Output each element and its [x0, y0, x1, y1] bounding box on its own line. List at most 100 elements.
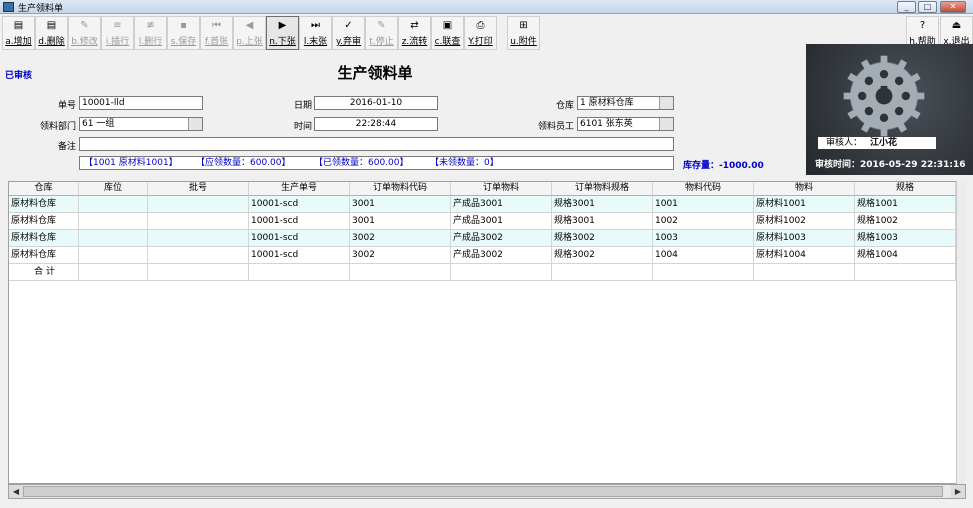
table-cell[interactable]: 规格1001	[855, 196, 956, 213]
table-cell[interactable]: 规格1002	[855, 213, 956, 230]
column-header[interactable]: 订单物料	[451, 182, 552, 196]
warehouse-select[interactable]: 1 原材料仓库	[577, 96, 674, 110]
table-cell[interactable]: 原材料仓库	[9, 213, 79, 230]
approval-time: 审核时间：2016-05-29 22:31:16	[815, 160, 966, 170]
toolbar-button-10[interactable]: ✓ y.弃审	[332, 16, 365, 50]
toolbar-button-11[interactable]: ✎ t.停止	[365, 16, 398, 50]
table-cell[interactable]: 原材料1001	[754, 196, 855, 213]
scroll-thumb[interactable]	[23, 486, 943, 497]
staff-dropdown-button[interactable]	[659, 118, 673, 130]
table-cell[interactable]	[148, 247, 249, 264]
column-header[interactable]: 库位	[79, 182, 148, 196]
table-cell[interactable]: 规格3001	[552, 196, 653, 213]
toolbar-button-14[interactable]: ⎙ Y.打印	[464, 16, 497, 50]
warehouse-dropdown-button[interactable]	[659, 97, 673, 109]
toolbar-button-5[interactable]: ▪ s.保存	[167, 16, 200, 50]
table-cell[interactable]: 10001-scd	[249, 196, 350, 213]
date-field[interactable]: 2016-01-10	[314, 96, 438, 110]
column-header[interactable]: 订单物料代码	[350, 182, 451, 196]
toolbar-button-2[interactable]: ✎ b.修改	[68, 16, 101, 50]
doc-no-field[interactable]: 10001-lld	[79, 96, 203, 110]
toolbar-button-1[interactable]: ▤ d.删除	[35, 16, 68, 50]
table-cell[interactable]: 1001	[653, 196, 754, 213]
table-cell[interactable]: 3001	[350, 196, 451, 213]
toolbar-button-0[interactable]: ▤ a.增加	[2, 16, 35, 50]
detail-grid[interactable]: 仓库库位批号生产单号订单物料代码订单物料订单物料规格物料代码物料规格计原材料仓库…	[8, 181, 966, 484]
table-row[interactable]: 原材料仓库 10001-scd 3002 产成品3002 规格3002 1003 原材料10…	[9, 230, 965, 247]
table-cell[interactable]	[148, 230, 249, 247]
total-cell	[350, 264, 451, 281]
table-row[interactable]: 原材料仓库 10001-scd 3001 产成品3001 规格3001 1002 原材料10…	[9, 213, 965, 230]
table-cell[interactable]	[79, 247, 148, 264]
table-cell[interactable]: 3002	[350, 230, 451, 247]
table-cell[interactable]: 规格3002	[552, 247, 653, 264]
remark-field[interactable]	[79, 137, 674, 151]
table-cell[interactable]: 10001-scd	[249, 247, 350, 264]
toolbar-button-6[interactable]: ⏮ f.首张	[200, 16, 233, 50]
table-cell[interactable]: 原材料1004	[754, 247, 855, 264]
dept-select[interactable]: 61 一组	[79, 117, 203, 131]
toolbar-button-label: l.删行	[138, 37, 163, 47]
grid-horizontal-scrollbar[interactable]: ◀ ▶	[8, 484, 966, 499]
column-header[interactable]: 生产单号	[249, 182, 350, 196]
column-header[interactable]: 物料代码	[653, 182, 754, 196]
close-button[interactable]: ✕	[940, 1, 966, 13]
table-cell[interactable]: 规格3001	[552, 213, 653, 230]
column-header[interactable]: 订单物料规格	[552, 182, 653, 196]
toolbar-button-13[interactable]: ▣ c.联查	[431, 16, 464, 50]
toolbar-button-8[interactable]: ▶ n.下张	[266, 16, 299, 50]
time-field[interactable]: 22:28:44	[314, 117, 438, 131]
column-header[interactable]: 规格	[855, 182, 956, 196]
table-cell[interactable]: 3002	[350, 247, 451, 264]
table-cell[interactable]	[79, 213, 148, 230]
table-cell[interactable]: 产成品3002	[451, 247, 552, 264]
table-cell[interactable]	[79, 230, 148, 247]
table-cell[interactable]: 产成品3001	[451, 196, 552, 213]
toolbar-button-7[interactable]: ◀ p.上张	[233, 16, 266, 50]
toolbar-button-label: b.修改	[71, 37, 98, 47]
total-cell	[249, 264, 350, 281]
table-cell[interactable]: 3001	[350, 213, 451, 230]
toolbar-button-9[interactable]: ⏭ l.末张	[299, 16, 332, 50]
table-cell[interactable]: 原材料仓库	[9, 196, 79, 213]
column-header[interactable]: 批号	[148, 182, 249, 196]
table-cell[interactable]: 10001-scd	[249, 230, 350, 247]
column-header[interactable]: 仓库	[9, 182, 79, 196]
toolbar-button-3[interactable]: ≡ i.插行	[101, 16, 134, 50]
table-row[interactable]: 原材料仓库 10001-scd 3002 产成品3002 规格3002 1004 原材料10…	[9, 247, 965, 264]
toolbar-button-label: s.保存	[170, 37, 197, 47]
table-cell[interactable]: 产成品3002	[451, 230, 552, 247]
warehouse-value: 1 原材料仓库	[580, 98, 634, 108]
maximize-button[interactable]: □	[918, 1, 937, 13]
column-header[interactable]: 物料	[754, 182, 855, 196]
table-cell[interactable]: 产成品3001	[451, 213, 552, 230]
dept-dropdown-button[interactable]	[188, 118, 202, 130]
table-cell[interactable]	[148, 213, 249, 230]
table-cell[interactable]: 规格3002	[552, 230, 653, 247]
minimize-button[interactable]: _	[897, 1, 916, 13]
material-info-bar: 【1001 原材料1001】 【应领数量：600.00】 【已领数量：600.0…	[79, 156, 674, 170]
scroll-right-arrow[interactable]: ▶	[951, 485, 965, 498]
table-cell[interactable]: 1002	[653, 213, 754, 230]
toolbar-button-label: i.插行	[105, 37, 130, 47]
table-cell[interactable]: 原材料1003	[754, 230, 855, 247]
scroll-left-arrow[interactable]: ◀	[9, 485, 23, 498]
table-row[interactable]: 原材料仓库 10001-scd 3001 产成品3001 规格3001 1001 原材料10…	[9, 196, 965, 213]
table-cell[interactable]: 原材料1002	[754, 213, 855, 230]
table-cell[interactable]: 规格1003	[855, 230, 956, 247]
toolbar-button-15[interactable]: ⊞ u.附件	[507, 16, 540, 50]
table-cell[interactable]: 10001-scd	[249, 213, 350, 230]
staff-select[interactable]: 6101 张东英	[577, 117, 674, 131]
approval-photo: 审核人： 江小花 审核时间：2016-05-29 22:31:16	[806, 44, 973, 175]
table-cell[interactable]	[148, 196, 249, 213]
grid-vertical-scrollbar[interactable]	[956, 181, 966, 484]
table-cell[interactable]: 1003	[653, 230, 754, 247]
toolbar-button-4[interactable]: ≢ l.删行	[134, 16, 167, 50]
table-cell[interactable]: 1004	[653, 247, 754, 264]
table-cell[interactable]: 规格1004	[855, 247, 956, 264]
table-cell[interactable]: 原材料仓库	[9, 230, 79, 247]
table-cell[interactable]: 原材料仓库	[9, 247, 79, 264]
table-cell[interactable]	[79, 196, 148, 213]
total-cell	[653, 264, 754, 281]
toolbar-button-12[interactable]: ⇄ z.流转	[398, 16, 431, 50]
